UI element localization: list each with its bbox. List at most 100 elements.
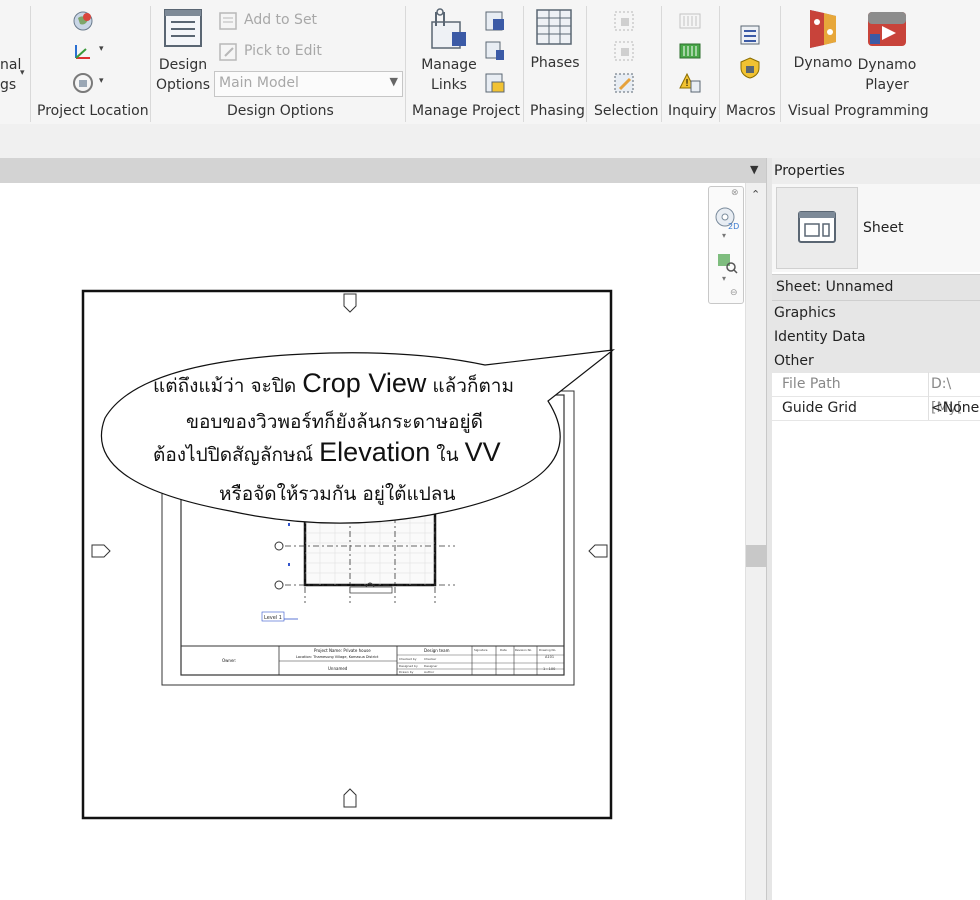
view-dropdown-arrow-icon[interactable]: ▼ bbox=[750, 163, 758, 176]
level-tag: Level 1 bbox=[264, 615, 282, 621]
phases-icon[interactable] bbox=[535, 8, 575, 48]
vertical-scrollbar[interactable]: ⌃ bbox=[745, 183, 767, 900]
edit-selection-icon[interactable] bbox=[613, 72, 635, 94]
panel-label-design-options: Design Options bbox=[227, 103, 334, 119]
chevron-down-icon: ▼ bbox=[389, 75, 398, 88]
instance-selector[interactable]: Sheet: Unnamed bbox=[772, 274, 980, 301]
manage-links-icon[interactable] bbox=[428, 8, 470, 50]
manage-links-button[interactable]: Manage Links bbox=[420, 55, 478, 95]
properties-palette: Properties Sheet Sheet: Unnamed Graphics… bbox=[772, 158, 980, 900]
dynamo-button[interactable]: Dynamo bbox=[793, 55, 853, 71]
options-bar bbox=[0, 124, 980, 158]
manage-links-label-1: Manage bbox=[421, 57, 477, 73]
pick-to-edit-button[interactable]: Pick to Edit bbox=[244, 43, 322, 59]
panel-label-inquiry: Inquiry bbox=[668, 103, 717, 119]
location-globe-icon[interactable] bbox=[72, 10, 96, 32]
bubble-line-3-c: ใน bbox=[430, 444, 465, 466]
title-block-project-name: Project Name: Private house bbox=[314, 648, 371, 653]
properties-header: Properties bbox=[772, 158, 980, 185]
property-name-guide-grid: Guide Grid bbox=[782, 400, 857, 416]
bubble-line-1: แต่ถึงแม้ว่า จะปิด Crop View แล้วก็ตาม bbox=[153, 368, 514, 401]
wheel-dropdown-icon[interactable]: ▾ bbox=[722, 231, 726, 240]
title-block-author: Author bbox=[424, 670, 435, 674]
group-graphics[interactable]: Graphics bbox=[772, 301, 980, 325]
zoom-region-icon[interactable] bbox=[716, 252, 738, 274]
property-name-file-path: File Path bbox=[782, 376, 841, 392]
sheet-type-icon bbox=[798, 211, 836, 243]
macro-security-icon[interactable] bbox=[738, 56, 762, 80]
title-block-owner: Owner: bbox=[222, 658, 236, 663]
phases-button[interactable]: Phases bbox=[530, 55, 580, 71]
bubble-line-1-a: แต่ถึงแม้ว่า จะปิด bbox=[153, 375, 303, 397]
view-tab-bar: ▼ bbox=[0, 158, 768, 183]
group-other[interactable]: Other bbox=[772, 349, 980, 373]
truncated-label-line2: gs bbox=[0, 77, 17, 93]
drawing-canvas[interactable]: Level 1 Owner: Project Name: Private hou… bbox=[0, 183, 745, 900]
ribbon: nal gs ▾ ▾ ▾ Project Location Design Opt… bbox=[0, 0, 980, 125]
ids-of-selection-icon bbox=[679, 13, 701, 29]
customize-icon[interactable]: ⊖ bbox=[730, 288, 738, 298]
property-value-guide-grid[interactable]: <None> bbox=[931, 396, 980, 420]
type-preview bbox=[776, 187, 858, 269]
decal-types-icon[interactable] bbox=[484, 72, 506, 94]
dynamo-player-label-2: Player bbox=[865, 77, 909, 93]
design-options-button[interactable]: Design Options bbox=[155, 55, 211, 95]
coordinates-icon[interactable] bbox=[72, 42, 96, 62]
bubble-line-1-c: แล้วก็ตาม bbox=[426, 375, 514, 397]
dynamo-player-icon[interactable] bbox=[866, 8, 908, 50]
truncated-button-label[interactable]: nal gs bbox=[0, 55, 21, 95]
title-block-drawn-by: Drawn by bbox=[399, 670, 414, 674]
bubble-line-3-elevation: Elevation bbox=[319, 437, 431, 467]
dynamo-player-label-1: Dynamo bbox=[857, 57, 917, 73]
property-row-guide-grid[interactable]: Guide Grid <None> bbox=[772, 396, 980, 421]
svg-text:2D: 2D bbox=[728, 222, 739, 231]
load-selection-icon bbox=[614, 41, 634, 61]
steering-wheel-2d-icon[interactable]: 2D bbox=[714, 205, 740, 231]
scrollbar-thumb[interactable] bbox=[746, 545, 766, 567]
select-by-id-barcode-icon[interactable] bbox=[679, 42, 701, 62]
add-to-set-button[interactable]: Add to Set bbox=[244, 12, 317, 28]
close-icon[interactable]: ⊗ bbox=[731, 188, 739, 198]
starting-view-icon[interactable] bbox=[484, 40, 506, 62]
truncated-label-line1: nal bbox=[0, 57, 22, 73]
instance-selector-label: Sheet: Unnamed bbox=[776, 279, 894, 295]
panel-label-project-location: Project Location bbox=[37, 103, 149, 119]
design-options-label-1: Design bbox=[158, 57, 208, 73]
design-options-icon[interactable] bbox=[163, 8, 203, 48]
type-name: Sheet bbox=[863, 220, 904, 236]
title-block-checker: Checker bbox=[424, 657, 437, 661]
panel-label-visual-programming: Visual Programming bbox=[788, 103, 929, 119]
position-icon[interactable] bbox=[72, 72, 96, 94]
properties-title: Properties bbox=[774, 163, 845, 179]
zoom-dropdown-icon[interactable]: ▾ bbox=[722, 274, 726, 283]
main-model-select[interactable]: Main Model ▼ bbox=[214, 71, 403, 97]
type-selector[interactable]: Sheet bbox=[772, 184, 980, 272]
title-block-revision-no: Revision No bbox=[515, 648, 532, 652]
design-options-label-2: Options bbox=[155, 77, 211, 93]
svg-text:!: ! bbox=[685, 78, 689, 89]
panel-label-selection: Selection bbox=[594, 103, 659, 119]
group-identity-data[interactable]: Identity Data bbox=[772, 325, 980, 349]
title-block-drawing-no-value: A101 bbox=[545, 655, 554, 659]
bubble-line-3: ต้องไปปิดสัญลักษณ์ Elevation ใน VV bbox=[153, 437, 501, 470]
panel-label-macros: Macros bbox=[726, 103, 776, 119]
title-block-drawing-no: Drawing No. bbox=[539, 648, 556, 652]
title-block-designer: Designer bbox=[424, 664, 438, 668]
manage-images-icon[interactable] bbox=[484, 10, 506, 32]
dropdown-arrow-icon[interactable]: ▾ bbox=[20, 68, 25, 78]
main-model-value: Main Model bbox=[219, 75, 299, 91]
title-block-sheet-name: Unnamed bbox=[328, 666, 348, 671]
bubble-line-3-vv: VV bbox=[464, 437, 501, 467]
manage-links-label-2: Links bbox=[431, 77, 467, 93]
title-block-location: Location: Thamesung Village, Komasua Dis… bbox=[296, 655, 379, 659]
coordinates-dropdown-icon[interactable]: ▾ bbox=[99, 44, 104, 54]
title-block-signature: Signature bbox=[474, 648, 488, 652]
dynamo-player-button[interactable]: Dynamo Player bbox=[856, 55, 918, 95]
bubble-line-4: หรือจัดให้รวมกัน อยู่ใต้แปลน bbox=[219, 483, 456, 505]
scroll-up-arrow-icon[interactable]: ⌃ bbox=[751, 188, 760, 201]
dynamo-icon[interactable] bbox=[806, 8, 840, 50]
warnings-icon[interactable]: ! bbox=[679, 72, 701, 94]
macro-manager-icon[interactable] bbox=[738, 24, 762, 46]
position-dropdown-icon[interactable]: ▾ bbox=[99, 76, 104, 86]
title-block-date: Date bbox=[500, 648, 507, 652]
